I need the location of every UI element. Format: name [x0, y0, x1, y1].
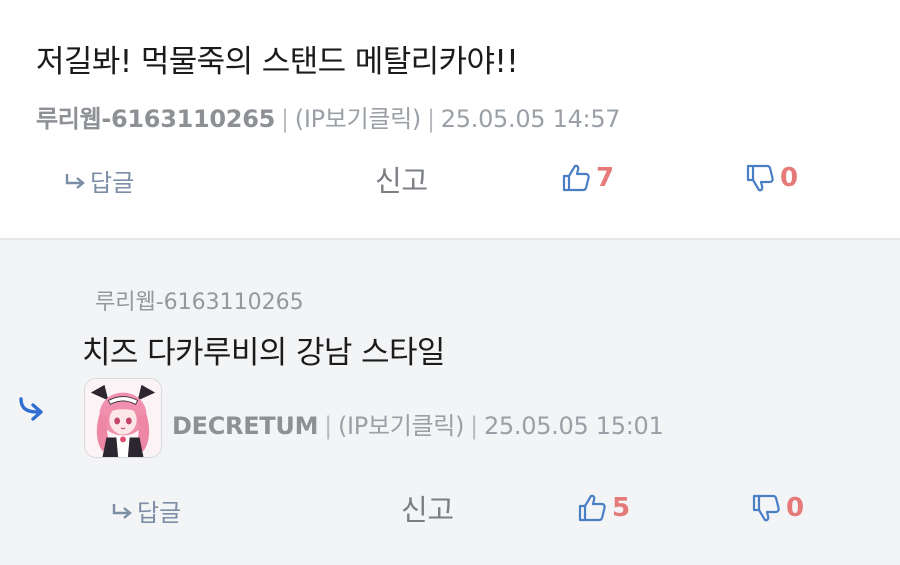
upvote-count: 7: [596, 163, 615, 193]
comment-text: 저길봐! 먹물죽의 스탠드 메탈리카야!!: [36, 44, 519, 80]
reply-button[interactable]: 답글: [111, 493, 181, 528]
report-button[interactable]: 신고: [401, 487, 454, 529]
reply-author[interactable]: DECRETUM: [172, 412, 318, 440]
reply-comment-text: 치즈 다카루비의 강남 스타일: [82, 335, 445, 371]
avatar-image: [85, 379, 161, 457]
thumbs-down-icon: [752, 494, 780, 522]
meta-separator: |: [427, 105, 435, 133]
comment-meta: 루리웹-6163110265 | (IP보기클릭) | 25.05.05 14:57: [36, 99, 621, 134]
meta-separator: |: [470, 412, 478, 440]
upvote-button[interactable]: 7: [560, 162, 614, 194]
reply-meta: DECRETUM | (IP보기클릭) | 25.05.05 15:01: [172, 406, 664, 441]
meta-separator: |: [281, 105, 289, 133]
reply-button[interactable]: 답글: [64, 163, 134, 198]
ip-link[interactable]: (IP보기클릭): [295, 105, 422, 133]
reply-button-label: 답글: [90, 169, 135, 197]
reply-indicator-icon: [19, 397, 43, 421]
reply-arrow-icon: [65, 173, 85, 189]
report-button-label: 신고: [375, 164, 428, 198]
thumbs-down-icon: [746, 164, 774, 192]
comment-author[interactable]: 루리웹-6163110265: [36, 105, 275, 133]
reply-button-label: 답글: [137, 499, 182, 527]
reply-arrow-icon: [112, 503, 132, 519]
reply-timestamp: 25.05.05 15:01: [483, 412, 664, 440]
avatar[interactable]: [84, 378, 162, 458]
thumbs-up-icon: [578, 494, 606, 522]
downvote-button[interactable]: 0: [744, 162, 798, 194]
thumbs-up-icon: [562, 164, 590, 192]
comment-timestamp: 25.05.05 14:57: [440, 105, 621, 133]
downvote-button[interactable]: 0: [750, 492, 804, 524]
upvote-button[interactable]: 5: [576, 492, 630, 524]
comment: 저길봐! 먹물죽의 스탠드 메탈리카야!! 루리웹-6163110265 | (IP…: [0, 0, 900, 238]
meta-separator: |: [324, 412, 332, 440]
upvote-count: 5: [612, 493, 631, 523]
ip-link[interactable]: (IP보기클릭): [338, 412, 465, 440]
reply-to-author[interactable]: 루리웹-6163110265: [95, 284, 304, 316]
report-button[interactable]: 신고: [375, 158, 428, 200]
report-button-label: 신고: [401, 493, 454, 527]
downvote-count: 0: [780, 163, 799, 193]
downvote-count: 0: [786, 493, 805, 523]
